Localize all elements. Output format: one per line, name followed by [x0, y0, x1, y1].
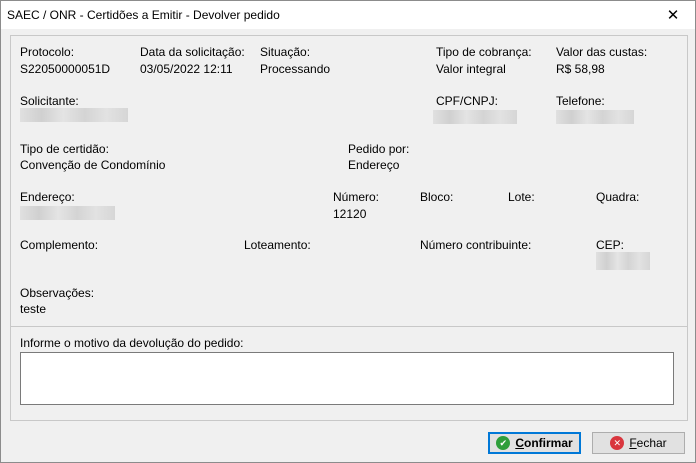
situacao-label: Situação:: [260, 45, 311, 59]
section-divider: [11, 326, 687, 327]
complemento-label: Complemento:: [20, 238, 99, 252]
cep-redacted: [596, 252, 650, 270]
check-circle-icon: ✔: [496, 436, 511, 450]
loteamento-label: Loteamento:: [244, 238, 311, 252]
window-title: SAEC / ONR - Certidões a Emitir - Devolv…: [7, 8, 280, 22]
dialog-window: SAEC / ONR - Certidões a Emitir - Devolv…: [0, 0, 696, 463]
motivo-textarea[interactable]: [20, 352, 674, 405]
pedido-por-label: Pedido por:: [348, 142, 410, 156]
telefone-label: Telefone:: [556, 94, 605, 108]
tipo-certidao-value: Convenção de Condomínio: [20, 158, 166, 172]
protocolo-label: Protocolo:: [20, 45, 75, 59]
lote-label: Lote:: [508, 190, 535, 204]
motivo-label: Informe o motivo da devolução do pedido:: [20, 336, 244, 350]
order-details-panel: Protocolo: S22050000051D Data da solicit…: [10, 35, 688, 421]
endereco-redacted: [20, 206, 115, 220]
confirmar-button[interactable]: ✔ Confirmar: [488, 432, 581, 454]
valor-custas-value: R$ 58,98: [556, 62, 605, 76]
tipo-cobranca-label: Tipo de cobrança:: [436, 45, 532, 59]
bloco-label: Bloco:: [420, 190, 454, 204]
telefone-redacted: [556, 110, 634, 124]
fechar-button[interactable]: ✕ Fechar: [592, 432, 685, 454]
title-bar: SAEC / ONR - Certidões a Emitir - Devolv…: [1, 1, 695, 29]
confirmar-label: Confirmar: [515, 436, 573, 450]
observacoes-label: Observações:: [20, 286, 95, 300]
cpf-cnpj-redacted: [433, 110, 517, 124]
close-icon[interactable]: ✕: [651, 1, 695, 29]
solicitante-redacted: [20, 108, 128, 122]
endereco-label: Endereço:: [20, 190, 75, 204]
pedido-por-value: Endereço: [348, 158, 400, 172]
protocolo-value: S22050000051D: [20, 62, 111, 76]
cep-label: CEP:: [596, 238, 625, 252]
quadra-label: Quadra:: [596, 190, 640, 204]
solicitante-label: Solicitante:: [20, 94, 79, 108]
data-solicitacao-value: 03/05/2022 12:11: [140, 62, 233, 76]
tipo-cobranca-value: Valor integral: [436, 62, 506, 76]
numero-value: 12120: [333, 207, 367, 221]
fechar-label: Fechar: [629, 436, 667, 450]
numero-contribuinte-label: Número contribuinte:: [420, 238, 532, 252]
close-circle-icon: ✕: [610, 436, 625, 450]
valor-custas-label: Valor das custas:: [556, 45, 648, 59]
data-solicitacao-label: Data da solicitação:: [140, 45, 245, 59]
cpf-cnpj-label: CPF/CNPJ:: [436, 94, 499, 108]
situacao-value: Processando: [260, 62, 331, 76]
observacoes-value: teste: [20, 302, 47, 316]
numero-label: Número:: [333, 190, 380, 204]
tipo-certidao-label: Tipo de certidão:: [20, 142, 109, 156]
